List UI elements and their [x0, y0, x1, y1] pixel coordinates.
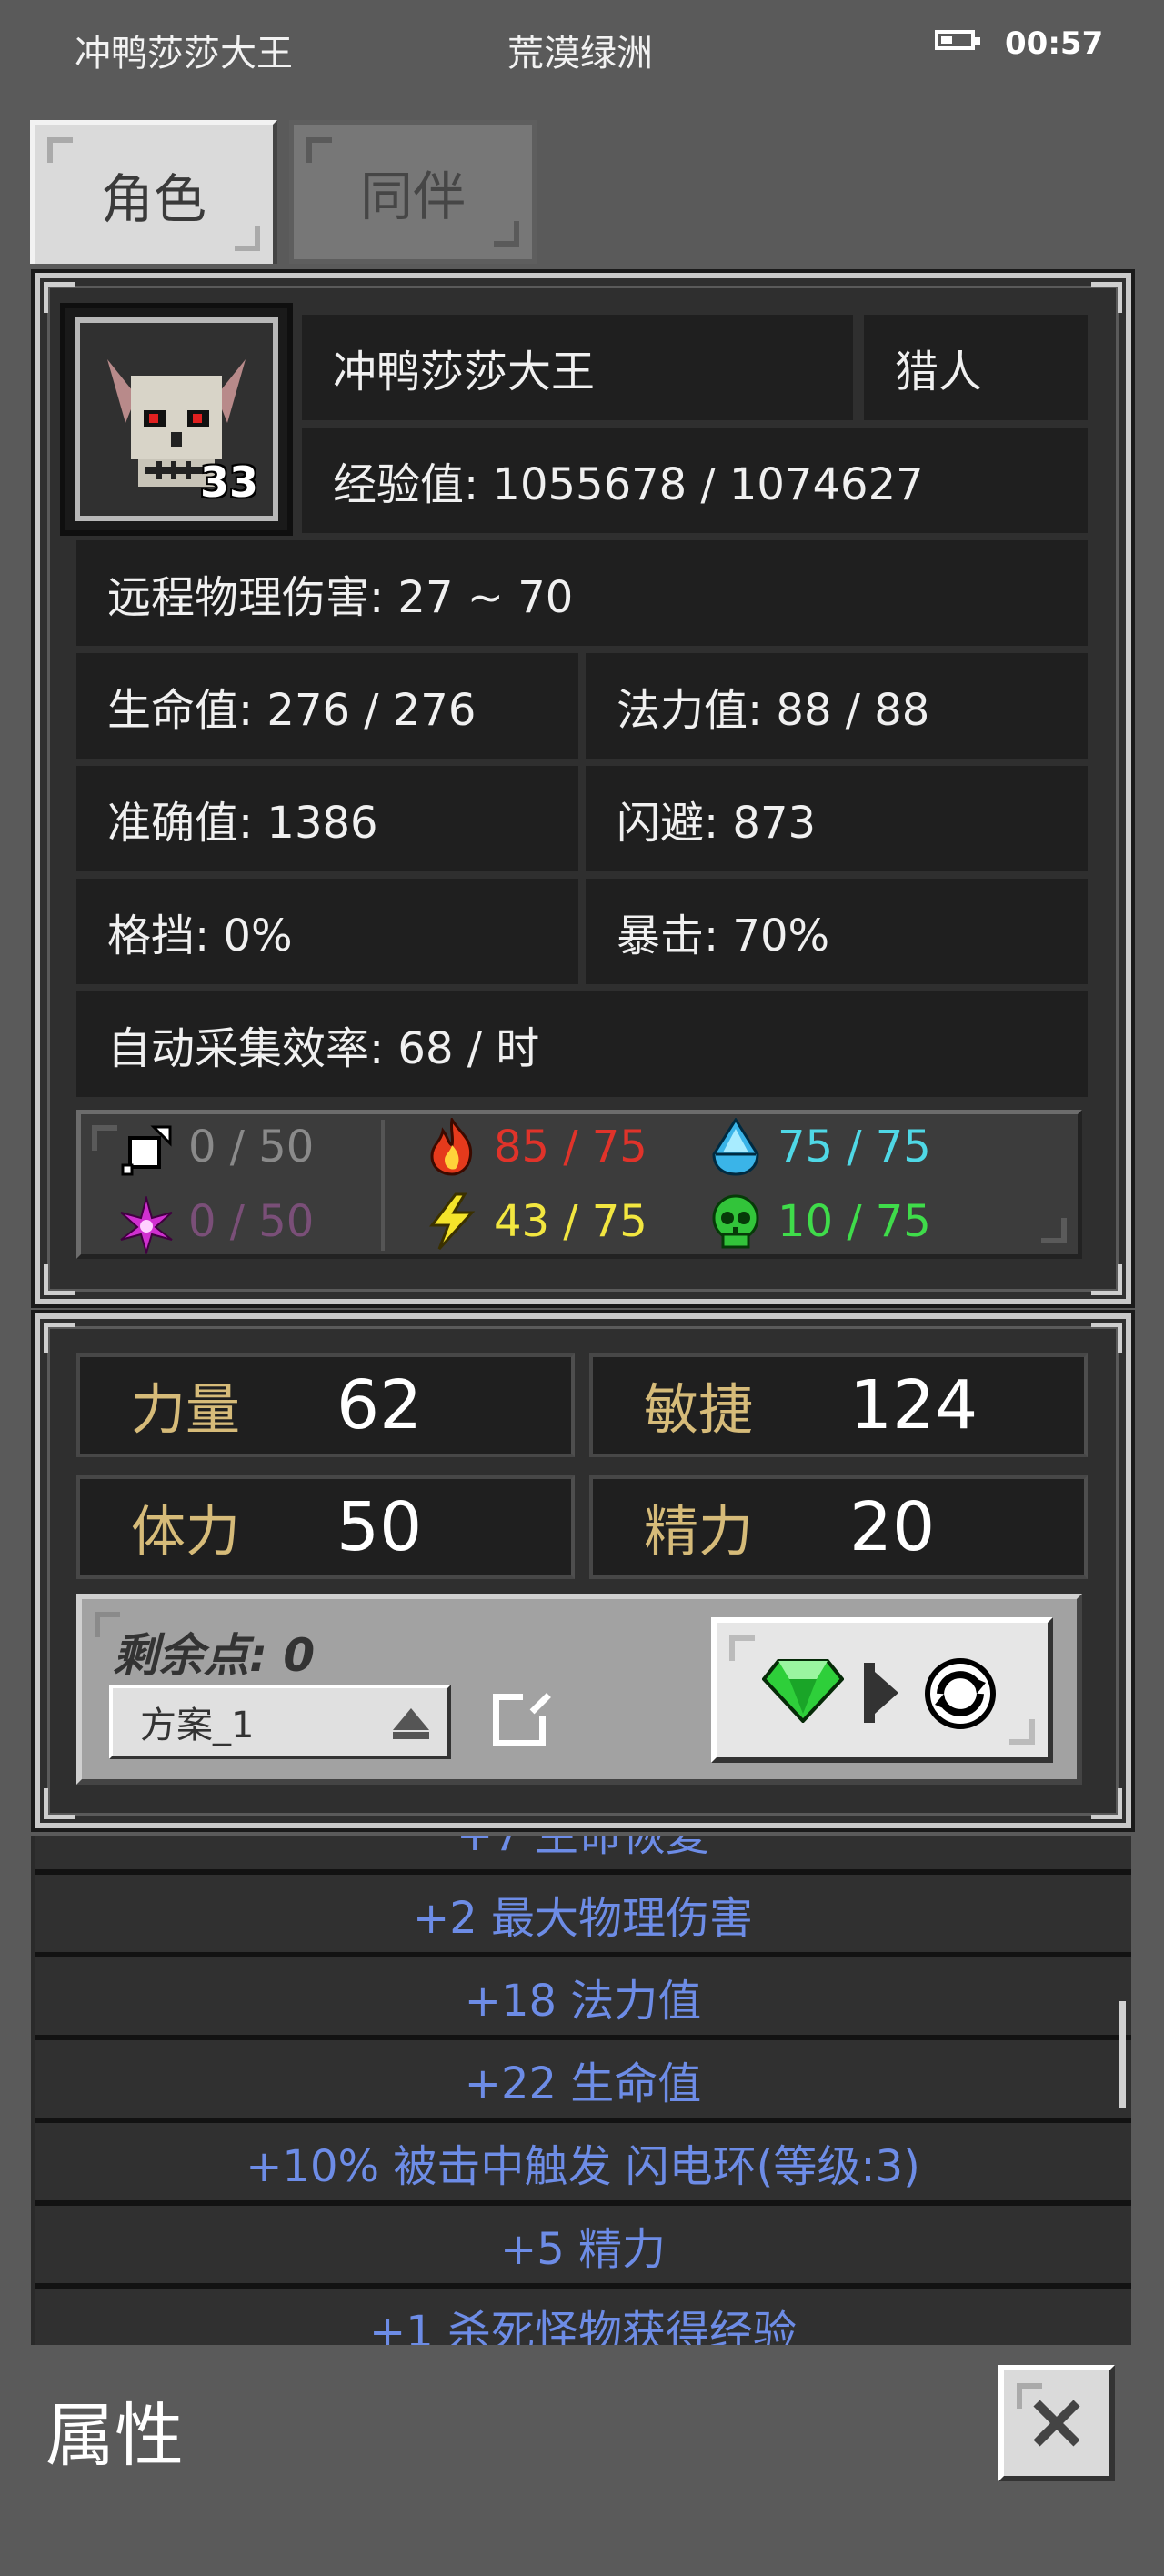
tab-character-label: 角色	[100, 167, 206, 230]
export-icon[interactable]	[493, 1689, 551, 1746]
physical-resist-value: 0 / 50	[188, 1122, 315, 1172]
stamina-value: 50	[336, 1488, 423, 1566]
accuracy-stat: 准确值: 1386	[76, 766, 578, 871]
poison-resist-value: 10 / 75	[778, 1196, 931, 1247]
experience: 经验值: 1055678 / 1074627	[302, 428, 1088, 533]
battery-icon	[935, 30, 980, 50]
gem-convert-button[interactable]	[711, 1617, 1053, 1763]
list-item: +7 生命恢复	[35, 1836, 1131, 1875]
gem-icon	[762, 1659, 844, 1723]
list-item: +10% 被击中触发 闪电环(等级:3)	[35, 2123, 1131, 2206]
upload-icon	[393, 1708, 429, 1739]
energy-label: 精力	[644, 1500, 753, 1565]
scrollbar[interactable]	[1119, 2001, 1126, 2108]
character-name: 冲鸭莎莎大王	[302, 315, 853, 420]
mp-stat: 法力值: 88 / 88	[586, 653, 1088, 759]
points-box: 剩余点: 0 方案_1	[76, 1594, 1082, 1785]
resistance-panel: 0 / 50 0 / 50 85 / 75 43 / 75 75 / 75 10…	[76, 1110, 1082, 1259]
agility-value: 124	[849, 1366, 978, 1444]
swap-icon	[925, 1658, 996, 1729]
status-location: 荒漠绿洲	[507, 33, 653, 75]
preset-label: 方案_1	[140, 1705, 255, 1746]
attribute-stamina[interactable]: 体力 50	[76, 1475, 575, 1579]
agility-label: 敏捷	[644, 1378, 753, 1443]
status-player-name: 冲鸭莎莎大王	[75, 33, 293, 75]
status-clock: 00:57	[1005, 25, 1104, 62]
bonus-list[interactable]: +7 生命恢复 +2 最大物理伤害 +18 法力值 +22 生命值 +10% 被…	[31, 1836, 1131, 2345]
strength-label: 力量	[131, 1378, 240, 1443]
tab-companion[interactable]: 同伴	[289, 120, 537, 264]
energy-value: 20	[849, 1488, 936, 1566]
cold-resist-icon	[712, 1118, 759, 1176]
lightning-resist-icon	[428, 1192, 476, 1251]
tab-character[interactable]: 角色	[30, 120, 277, 264]
hp-stat: 生命值: 276 / 276	[76, 653, 578, 759]
block-stat: 格挡: 0%	[76, 879, 578, 984]
arcane-resist-value: 0 / 50	[188, 1196, 315, 1247]
ranged-damage: 远程物理伤害: 27 ~ 70	[76, 540, 1088, 646]
gather-efficiency: 自动采集效率: 68 / 时	[76, 991, 1088, 1097]
attribute-agility[interactable]: 敏捷 124	[589, 1353, 1088, 1457]
list-item: +1 杀死怪物获得经验	[35, 2289, 1131, 2345]
character-level: 33	[199, 458, 258, 507]
physical-resist-icon	[121, 1125, 172, 1176]
strength-value: 62	[336, 1366, 423, 1444]
cold-resist-value: 75 / 75	[778, 1122, 931, 1172]
fire-resist-icon	[430, 1118, 473, 1176]
list-item: +18 法力值	[35, 1957, 1131, 2040]
arcane-resist-icon	[120, 1196, 173, 1254]
tab-companion-label: 同伴	[359, 166, 466, 227]
attribute-strength[interactable]: 力量 62	[76, 1353, 575, 1457]
fire-resist-value: 85 / 75	[494, 1122, 647, 1172]
attribute-energy[interactable]: 精力 20	[589, 1475, 1088, 1579]
remaining-points: 剩余点: 0	[113, 1629, 316, 1682]
arrow-right-icon	[864, 1663, 898, 1723]
character-class: 猎人	[864, 315, 1088, 420]
character-avatar[interactable]: 33	[60, 303, 293, 536]
close-button[interactable]	[998, 2365, 1115, 2481]
crit-stat: 暴击: 70%	[586, 879, 1088, 984]
lightning-resist-value: 43 / 75	[494, 1196, 647, 1247]
preset-selector[interactable]: 方案_1	[109, 1685, 451, 1759]
list-item: +22 生命值	[35, 2040, 1131, 2123]
list-item: +5 精力	[35, 2206, 1131, 2289]
list-item: +2 最大物理伤害	[35, 1875, 1131, 1957]
page-title: 属性	[45, 2395, 184, 2476]
close-icon	[1033, 2400, 1080, 2447]
poison-resist-icon	[712, 1194, 759, 1249]
dodge-stat: 闪避: 873	[586, 766, 1088, 871]
stamina-label: 体力	[131, 1500, 240, 1565]
